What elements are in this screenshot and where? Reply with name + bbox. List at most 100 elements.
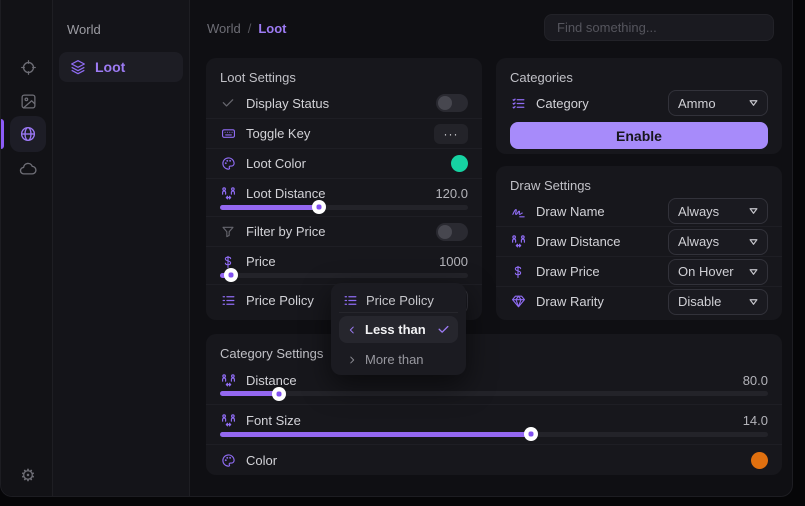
dropdown-header: Price Policy <box>339 289 458 313</box>
row-loot-distance: Loot Distance 120.0 <box>206 178 482 216</box>
distance-icon <box>220 372 236 388</box>
row-label: Font Size <box>246 413 743 428</box>
row-label: Price <box>246 254 439 269</box>
display-status-toggle[interactable] <box>436 94 468 112</box>
row-display-status: Display Status <box>206 88 482 118</box>
row-label: Loot Color <box>246 156 451 171</box>
row-label: Distance <box>246 373 743 388</box>
option-label: More than <box>365 352 424 367</box>
row-label: Loot Distance <box>246 186 435 201</box>
breadcrumb-separator: / <box>248 21 252 36</box>
option-more-than[interactable]: More than <box>339 346 458 373</box>
active-tab-indicator <box>1 119 4 149</box>
rail-item-cloud[interactable] <box>10 151 46 187</box>
draw-price-select[interactable]: On Hover <box>668 259 768 285</box>
row-label: Draw Rarity <box>536 294 668 309</box>
toggle-key-button[interactable]: ··· <box>434 124 468 144</box>
select-value: On Hover <box>678 264 734 279</box>
price-value: 1000 <box>439 254 468 269</box>
row-filter-by-price: Filter by Price <box>206 216 482 246</box>
panel-title: Categories <box>496 58 782 88</box>
crosshair-icon <box>20 59 37 76</box>
funnel-icon <box>220 224 236 240</box>
draw-rarity-select[interactable]: Disable <box>668 289 768 315</box>
slider-fill <box>220 391 279 396</box>
chevron-down-icon <box>749 99 758 107</box>
font-size-slider[interactable] <box>220 432 768 437</box>
rail-item-aim[interactable] <box>10 49 46 85</box>
slider-thumb[interactable] <box>224 268 238 282</box>
toggle-knob <box>438 225 452 239</box>
panel-draw-settings: Draw Settings Draw Name Always Draw Dist… <box>496 166 782 320</box>
app-window: ⚙ World Loot World / Loot Loot Settings Di… <box>0 0 793 497</box>
row-label: Draw Distance <box>536 234 668 249</box>
chevron-left-icon <box>347 325 357 335</box>
row-draw-price: Draw Price On Hover <box>496 256 782 286</box>
slider-thumb[interactable] <box>312 200 326 214</box>
search-input[interactable] <box>544 14 774 41</box>
loot-distance-value: 120.0 <box>435 186 468 201</box>
row-draw-name: Draw Name Always <box>496 196 782 226</box>
sidebar-title: World <box>67 22 101 37</box>
price-slider[interactable] <box>220 273 468 278</box>
category-color-swatch[interactable] <box>751 452 768 469</box>
palette-icon <box>220 156 236 172</box>
distance-icon <box>220 413 236 429</box>
gear-icon: ⚙ <box>20 467 35 484</box>
chevron-down-icon <box>749 238 758 246</box>
globe-icon <box>19 125 37 143</box>
select-value: Always <box>678 234 719 249</box>
gem-icon <box>510 294 526 310</box>
category-select[interactable]: Ammo <box>668 90 768 116</box>
chevron-down-icon <box>749 298 758 306</box>
icon-rail: ⚙ <box>1 0 53 496</box>
row-label: Draw Price <box>536 264 668 279</box>
cloud-icon <box>19 160 37 178</box>
chevron-down-icon <box>749 207 758 215</box>
row-label: Draw Name <box>536 204 668 219</box>
dropdown-title: Price Policy <box>366 293 434 308</box>
checklist-icon <box>343 293 358 308</box>
loot-color-swatch[interactable] <box>451 155 468 172</box>
breadcrumb-current[interactable]: Loot <box>258 21 286 36</box>
row-label: Category <box>536 96 668 111</box>
loot-distance-slider[interactable] <box>220 205 468 210</box>
slider-fill <box>220 205 319 210</box>
image-icon <box>20 93 37 110</box>
checklist-icon <box>510 95 526 111</box>
checklist-icon <box>220 293 236 309</box>
row-category: Category Ammo <box>496 88 782 118</box>
font-size-value: 14.0 <box>743 413 768 428</box>
chevron-right-icon <box>347 355 357 365</box>
row-label: Toggle Key <box>246 126 434 141</box>
panel-title: Loot Settings <box>206 58 482 88</box>
row-label: Filter by Price <box>246 224 436 239</box>
sidebar-item-loot[interactable]: Loot <box>59 52 183 82</box>
breadcrumb-parent[interactable]: World <box>207 21 241 36</box>
layers-icon <box>70 59 86 75</box>
toggle-knob <box>438 96 452 110</box>
row-draw-rarity: Draw Rarity Disable <box>496 286 782 316</box>
filter-by-price-toggle[interactable] <box>436 223 468 241</box>
row-loot-color: Loot Color <box>206 148 482 178</box>
slider-thumb[interactable] <box>524 427 538 441</box>
row-label: Color <box>246 453 751 468</box>
draw-name-select[interactable]: Always <box>668 198 768 224</box>
distance-slider[interactable] <box>220 391 768 396</box>
dollar-icon <box>220 254 236 270</box>
option-less-than[interactable]: Less than <box>339 316 458 343</box>
select-value: Ammo <box>678 96 716 111</box>
price-policy-dropdown: Price Policy Less than More than <box>331 283 466 375</box>
rail-item-settings[interactable]: ⚙ <box>10 457 46 493</box>
chevron-down-icon <box>749 268 758 276</box>
palette-icon <box>220 452 236 468</box>
distance-value: 80.0 <box>743 373 768 388</box>
option-label: Less than <box>365 322 426 337</box>
rail-item-world[interactable] <box>10 116 46 152</box>
rail-item-visuals[interactable] <box>10 83 46 119</box>
row-toggle-key: Toggle Key ··· <box>206 118 482 148</box>
dollar-icon <box>510 264 526 280</box>
slider-thumb[interactable] <box>272 387 286 401</box>
draw-distance-select[interactable]: Always <box>668 229 768 255</box>
enable-button[interactable]: Enable <box>510 122 768 149</box>
